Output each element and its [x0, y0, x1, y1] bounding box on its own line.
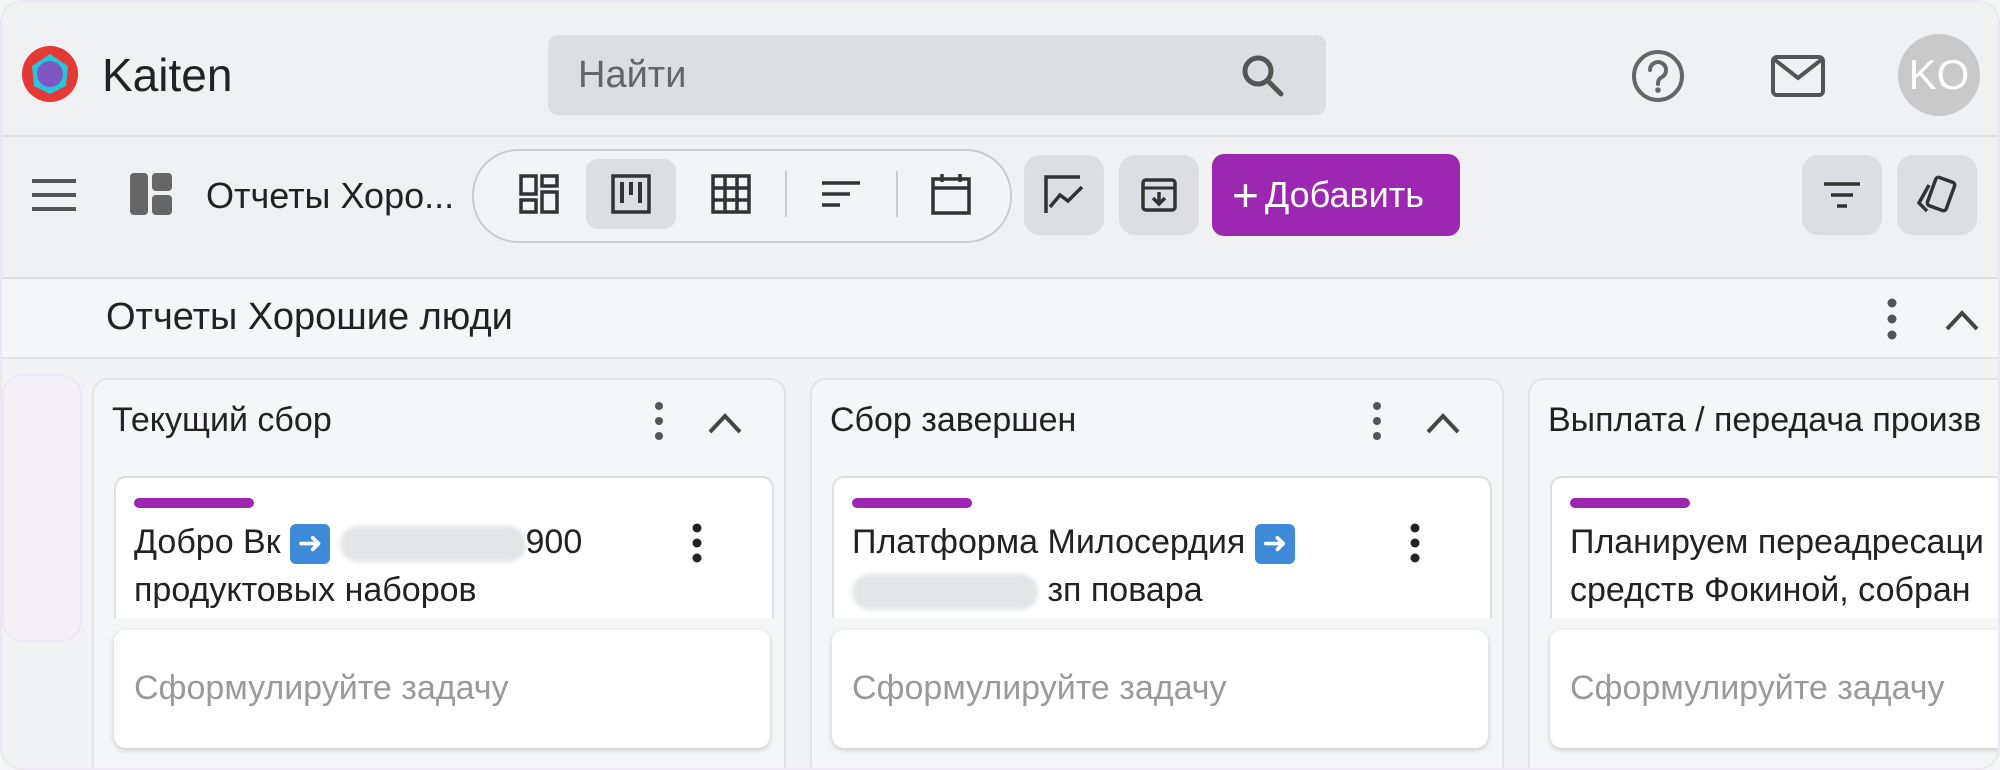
column-title[interactable]: Выплата / передача произв — [1548, 400, 1981, 440]
column-title[interactable]: Текущий сбор — [112, 400, 332, 440]
card-color-tag — [1570, 498, 1690, 508]
redacted-text — [339, 526, 526, 563]
hamburger-menu-icon[interactable] — [30, 177, 78, 213]
board-title[interactable]: Отчеты Хоро... — [206, 175, 454, 217]
add-button[interactable]: + Добавить — [1212, 154, 1460, 236]
cards-icon — [1916, 175, 1957, 213]
column-title[interactable]: Сбор завершен — [830, 400, 1076, 440]
arrow-right-emoji-icon: ➜ — [290, 524, 331, 565]
chart-report-icon — [1044, 175, 1084, 213]
new-task-input[interactable]: Сформулируйте задачу — [114, 630, 770, 748]
more-vertical-icon[interactable] — [1362, 400, 1392, 442]
app-window: Kaiten Найти KO Отчеты Хоро... + Добавит… — [0, 0, 2000, 770]
task-input-placeholder: Сформулируйте задачу — [1570, 669, 1945, 707]
collapsed-lane[interactable] — [2, 374, 82, 642]
more-vertical-icon[interactable] — [1400, 522, 1430, 564]
column: Текущий сбор Добро Вк ➜ 900 продуктовых … — [92, 378, 786, 768]
chevron-up-icon[interactable] — [1424, 406, 1462, 438]
card-style-button[interactable] — [1897, 155, 1977, 235]
board-header-title[interactable]: Отчеты Хорошие люди — [106, 295, 513, 339]
more-vertical-icon[interactable] — [1874, 297, 1910, 341]
avatar[interactable]: KO — [1898, 34, 1980, 116]
table-view-icon — [711, 174, 751, 214]
search-icon[interactable] — [1238, 51, 1286, 99]
column: Сбор завершен Платформа Милосердия ➜ зп … — [810, 378, 1504, 768]
list-view-button[interactable] — [796, 159, 886, 229]
view-switcher — [472, 149, 1012, 243]
list-view-icon — [822, 181, 860, 207]
filter-button[interactable] — [1802, 155, 1882, 235]
top-header: Kaiten Найти KO — [2, 2, 1998, 137]
dashboard-view-icon — [519, 174, 559, 214]
reports-button[interactable] — [1024, 155, 1104, 235]
task-card[interactable]: Платформа Милосердия ➜ зп повара — [832, 476, 1492, 618]
calendar-view-icon — [931, 174, 971, 215]
task-card[interactable]: Добро Вк ➜ 900 продуктовых наборов — [114, 476, 774, 618]
board-icon — [130, 173, 172, 215]
brand-name[interactable]: Kaiten — [102, 46, 232, 104]
chevron-up-icon[interactable] — [1942, 301, 1982, 337]
archive-icon — [1141, 178, 1177, 212]
card-color-tag — [134, 498, 254, 508]
add-button-label: Добавить — [1264, 174, 1424, 215]
more-vertical-icon[interactable] — [682, 522, 712, 564]
plus-icon: + — [1232, 169, 1259, 221]
kanban-view-icon — [611, 174, 651, 214]
card-text: Добро Вк ➜ 900 продуктовых наборов — [134, 523, 583, 609]
board-header: Отчеты Хорошие люди — [2, 279, 1998, 359]
help-icon[interactable] — [1630, 48, 1686, 104]
search-input[interactable]: Найти — [548, 35, 1326, 115]
mail-icon[interactable] — [1770, 54, 1826, 98]
card-text: Планируем переадресаци средств Фокиной, … — [1570, 523, 1984, 609]
dashboard-view-button[interactable] — [494, 159, 584, 229]
new-task-input[interactable]: Сформулируйте задачу — [832, 630, 1488, 748]
archive-button[interactable] — [1119, 155, 1199, 235]
card-color-tag — [852, 498, 972, 508]
more-vertical-icon[interactable] — [644, 400, 674, 442]
calendar-view-button[interactable] — [906, 159, 996, 229]
task-input-placeholder: Сформулируйте задачу — [134, 669, 509, 707]
column: Выплата / передача произв Планируем пере… — [1528, 378, 1998, 768]
kanban-view-button[interactable] — [586, 159, 676, 229]
task-card[interactable]: Планируем переадресаци средств Фокиной, … — [1550, 476, 1998, 618]
card-text: Платформа Милосердия ➜ зп повара — [852, 518, 1372, 614]
board-toolbar: Отчеты Хоро... + Добавить — [2, 137, 1998, 279]
redacted-text — [852, 574, 1038, 611]
kaiten-logo-icon[interactable] — [20, 44, 80, 104]
table-view-button[interactable] — [686, 159, 776, 229]
new-task-input[interactable]: Сформулируйте задачу — [1550, 630, 1998, 748]
chevron-up-icon[interactable] — [706, 406, 744, 438]
view-divider — [896, 171, 898, 217]
filter-icon — [1824, 182, 1860, 208]
search-placeholder: Найти — [578, 54, 687, 96]
task-input-placeholder: Сформулируйте задачу — [852, 669, 1227, 707]
arrow-right-emoji-icon: ➜ — [1254, 524, 1295, 565]
view-divider — [785, 171, 787, 217]
